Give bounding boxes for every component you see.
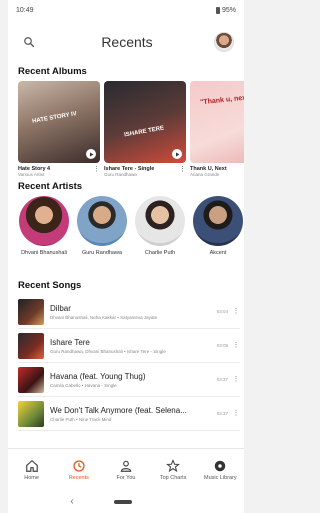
home-icon [25, 459, 38, 472]
library-icon [215, 460, 226, 471]
more-options-icon[interactable]: ⋮ [93, 166, 100, 173]
system-navigation-bar: ‹ [8, 490, 244, 513]
artist-card[interactable]: Akcent [192, 196, 244, 276]
list-item[interactable]: Dilbar Dhvani Bhanushali, Neha Kakkar • … [18, 295, 240, 329]
nav-for-you[interactable]: For You [104, 459, 148, 481]
home-pill[interactable] [113, 499, 132, 504]
status-time: 10:49 [16, 6, 34, 14]
back-icon[interactable]: ‹ [70, 496, 73, 507]
phone-screen: 10:49 95% Recents Recent Albums HATE STO… [8, 0, 244, 513]
album-artist: Ariana Grande [190, 172, 220, 177]
song-title: We Don't Talk Anymore (feat. Selena... [50, 405, 187, 415]
artist-name: Guru Randhawa [81, 250, 123, 256]
song-subtitle: Charlie Puth • Nine Track Mind [50, 416, 112, 422]
album-artist: Guru Randhawa [104, 172, 137, 177]
status-battery: 95% [221, 6, 236, 14]
album-card[interactable]: ISHARE TERE Ishare Tere - Single Guru Ra… [104, 81, 186, 179]
album-art: HATE STORY IV [18, 81, 100, 163]
play-icon [175, 152, 179, 156]
nav-top-charts[interactable]: Top Charts [151, 458, 195, 481]
albums-carousel[interactable]: HATE STORY IV Hate Story 4 Various Artis… [8, 81, 244, 179]
recent-albums-title: Recent Albums [18, 66, 87, 77]
battery-icon [215, 6, 220, 14]
song-duration: 03:37 [216, 411, 228, 416]
album-art: "Thank u, next" [190, 81, 244, 163]
song-thumbnail [18, 332, 44, 359]
artist-card[interactable]: Guru Randhawa [76, 196, 128, 276]
artist-name: Akcent [209, 250, 227, 256]
song-thumbnail [18, 366, 44, 393]
person-icon [120, 460, 132, 472]
recent-songs-title: Recent Songs [18, 280, 82, 291]
more-options-icon[interactable]: ⋮ [232, 342, 240, 349]
song-subtitle: Camila Cabello • Havana - Single [50, 382, 117, 388]
artist-avatar [135, 196, 185, 246]
list-item[interactable]: Havana (feat. Young Thug) Camila Cabello… [18, 363, 240, 397]
recent-artists-title: Recent Artists [18, 181, 83, 192]
artist-card[interactable]: Dhvani Bhanushali [18, 196, 70, 276]
list-item[interactable]: Ishare Tere Guru Randhawa, Dhvani Bhanus… [18, 329, 240, 363]
album-card[interactable]: HATE STORY IV Hate Story 4 Various Artis… [18, 81, 100, 179]
artist-avatar [19, 196, 69, 246]
app-bar: Recents [8, 20, 244, 64]
nav-music-library[interactable]: Music Library [198, 459, 242, 481]
artist-avatar [77, 196, 127, 246]
song-title: Dilbar [50, 303, 71, 313]
bottom-navigation: Home Recents For You Top Charts Music Li… [8, 448, 244, 490]
play-button[interactable] [86, 149, 96, 159]
more-options-icon[interactable]: ⋮ [179, 166, 186, 173]
nav-recents[interactable]: Recents [57, 459, 101, 481]
avatar[interactable] [213, 32, 234, 52]
artist-avatar [193, 196, 243, 246]
search-button[interactable] [18, 31, 40, 53]
song-duration: 03:09 [216, 343, 228, 348]
list-item[interactable]: We Don't Talk Anymore (feat. Selena... C… [18, 397, 240, 431]
song-title: Ishare Tere [50, 337, 90, 347]
song-thumbnail [18, 298, 44, 325]
status-bar: 10:49 95% [8, 0, 244, 20]
album-card[interactable]: "Thank u, next" Thank U, Next Ariana Gra… [190, 81, 244, 179]
more-options-icon[interactable]: ⋮ [232, 376, 240, 383]
artist-card[interactable]: Charlie Puth [134, 196, 186, 276]
more-options-icon[interactable]: ⋮ [232, 308, 240, 315]
page-title: Recents [101, 34, 153, 50]
artist-name: Dhvani Bhanushali [21, 250, 67, 256]
history-icon [73, 459, 85, 472]
star-icon [166, 458, 181, 472]
song-title: Havana (feat. Young Thug) [50, 371, 146, 381]
song-duration: 03:04 [216, 309, 228, 314]
play-icon [89, 152, 93, 156]
artists-carousel[interactable]: Dhvani Bhanushali Guru Randhawa Charlie … [8, 196, 244, 276]
song-subtitle: Dhvani Bhanushali, Neha Kakkar • Satyame… [50, 314, 158, 320]
play-button[interactable] [172, 149, 182, 159]
search-icon [24, 37, 35, 48]
more-options-icon[interactable]: ⋮ [232, 410, 240, 417]
song-subtitle: Guru Randhawa, Dhvani Bhanushali • Ishar… [50, 348, 166, 354]
song-duration: 03:37 [216, 377, 228, 382]
nav-home[interactable]: Home [10, 459, 54, 481]
artist-name: Charlie Puth [144, 250, 176, 256]
song-thumbnail [18, 400, 44, 427]
album-artist: Various Artist [18, 172, 45, 177]
album-art: ISHARE TERE [104, 81, 186, 163]
songs-list: Dilbar Dhvani Bhanushali, Neha Kakkar • … [8, 295, 244, 431]
